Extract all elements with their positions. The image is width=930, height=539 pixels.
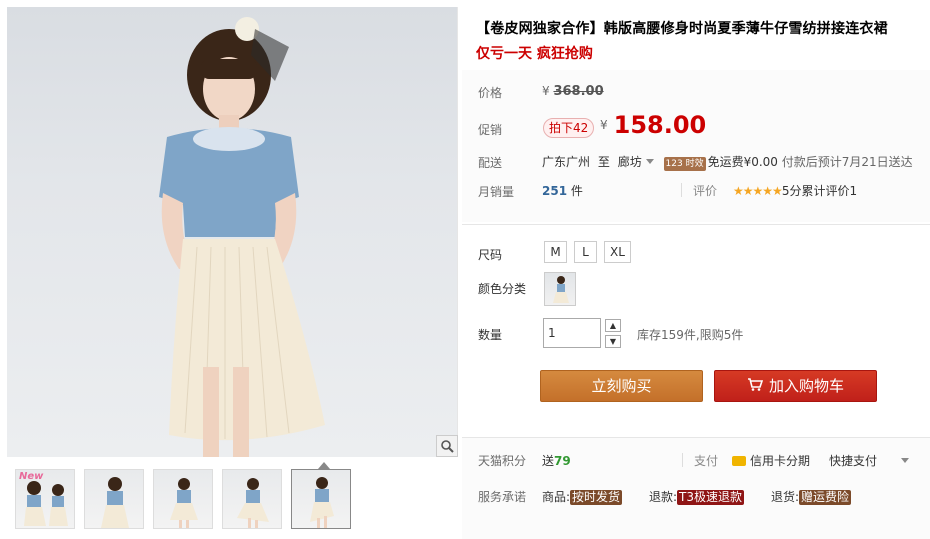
free-shipping-text: 免运费¥0.00 (707, 155, 778, 169)
size-option-l[interactable]: L (574, 241, 597, 263)
original-price-currency: ¥ (542, 84, 550, 98)
original-price-value: 368.00 (553, 84, 604, 99)
promo-price: ¥158.00 (600, 111, 706, 139)
price-box (462, 70, 930, 222)
divider (681, 183, 682, 197)
sales-unit: 件 (570, 184, 583, 198)
delivery-eta: 付款后预计7月21日送达 (781, 155, 913, 169)
ship-from: 广东广州 (542, 155, 591, 169)
product-subtitle: 仅亏一天 疯狂抢购 (476, 46, 593, 62)
thumbnail-2[interactable] (84, 469, 144, 529)
quantity-decrease-button[interactable]: ▼ (605, 335, 621, 348)
service-return: 退货: 赠运费险 (771, 488, 852, 505)
original-price: ¥ 368.00 (542, 84, 604, 99)
points-prefix: 送 (542, 454, 555, 468)
add-to-cart-button[interactable]: 加入购物车 (714, 370, 877, 402)
main-product-image[interactable] (7, 7, 458, 457)
size-option-m[interactable]: M (544, 241, 567, 263)
service-goods-tag[interactable]: 按时发货 (570, 490, 623, 505)
service-return-tag[interactable]: 赠运费险 (799, 490, 852, 505)
divider (462, 224, 930, 225)
zoom-icon[interactable] (436, 435, 458, 457)
service-goods: 商品: 按时发货 (542, 488, 623, 505)
size-label: 尺码 (478, 248, 503, 262)
chevron-down-icon[interactable] (645, 159, 654, 164)
chevron-down-icon[interactable] (901, 458, 909, 463)
credit-installment-label: 信用卡分期 (750, 454, 811, 468)
rating-stars-icon: ★★★★★ (733, 184, 783, 198)
quantity-input[interactable]: 1 (543, 318, 601, 348)
review-count[interactable]: 5分累计评价1 (782, 184, 857, 198)
ship-to-select[interactable]: 廊坊 (618, 155, 642, 169)
service-goods-label: 商品: (542, 490, 571, 504)
price-label: 价格 (478, 86, 503, 100)
swatch-figure-icon (553, 276, 569, 303)
thumbnail-new-label: New (19, 471, 44, 482)
points-info: 送79 (542, 452, 571, 469)
credit-installment-link[interactable]: 信用卡分期 (732, 452, 810, 469)
stock-info: 库存159件,限购5件 (637, 328, 744, 342)
color-option-swatch[interactable] (544, 272, 576, 306)
quick-pay-link[interactable]: 快捷支付 (829, 452, 877, 469)
thumbnail-3[interactable] (153, 469, 213, 529)
sales-label: 月销量 (478, 185, 515, 199)
review-summary[interactable]: 评价 ★★★★★5分累计评价1 (693, 182, 857, 199)
thumbnail-5[interactable] (291, 469, 351, 529)
service-refund: 退款: T3极速退款 (649, 488, 745, 505)
delivery-time-badge: 123 时效 (663, 157, 706, 171)
review-label: 评价 (693, 184, 718, 198)
service-label: 服务承诺 (478, 490, 527, 504)
points-value: 79 (554, 454, 571, 468)
promo-label: 促销 (478, 123, 503, 137)
promo-price-currency: ¥ (600, 118, 608, 132)
cart-icon (747, 371, 764, 401)
color-label: 颜色分类 (478, 282, 527, 296)
service-refund-tag[interactable]: T3极速退款 (677, 490, 745, 505)
points-label: 天猫积分 (478, 454, 527, 468)
sales-count: 251 (542, 184, 568, 198)
thumbnail-strip: New (7, 458, 458, 536)
quantity-label: 数量 (478, 328, 503, 342)
thumbnail-4[interactable] (222, 469, 282, 529)
thumbnail-1[interactable]: New (15, 469, 75, 529)
shipping-label: 配送 (478, 156, 503, 170)
divider (682, 453, 683, 467)
ship-to-word: 至 (597, 155, 610, 169)
quantity-increase-button[interactable]: ▲ (605, 319, 621, 332)
size-option-xl[interactable]: XL (604, 241, 631, 263)
model-illustration (159, 17, 325, 457)
product-title: 【卷皮网独家合作】韩版高腰修身时尚夏季薄牛仔雪纺拼接连衣裙 (476, 21, 888, 37)
thumbnail-figure-icon (237, 478, 269, 528)
product-info-panel: 【卷皮网独家合作】韩版高腰修身时尚夏季薄牛仔雪纺拼接连衣裙 仅亏一天 疯狂抢购 … (462, 0, 930, 539)
payment-label: 支付 (694, 454, 719, 468)
service-refund-label: 退款: (649, 490, 678, 504)
thumbnail-figure-icon (170, 478, 198, 528)
service-return-label: 退货: (771, 490, 800, 504)
credit-card-icon (732, 456, 746, 466)
thumbnail-figure-icon (101, 477, 129, 528)
add-to-cart-label: 加入购物车 (768, 377, 844, 395)
divider (462, 437, 930, 438)
monthly-sales: 251 件 (542, 182, 583, 199)
active-thumb-caret-icon (318, 462, 330, 469)
promo-price-value: 158.00 (613, 111, 707, 139)
thumbnail-figure-icon (310, 477, 334, 528)
shipping-info: 广东广州 至 廊坊 123 时效 免运费¥0.00 付款后预计7月21日送达 (542, 153, 913, 171)
promo-tag: 拍下42 (543, 118, 595, 138)
buy-now-button[interactable]: 立刻购买 (540, 370, 703, 402)
